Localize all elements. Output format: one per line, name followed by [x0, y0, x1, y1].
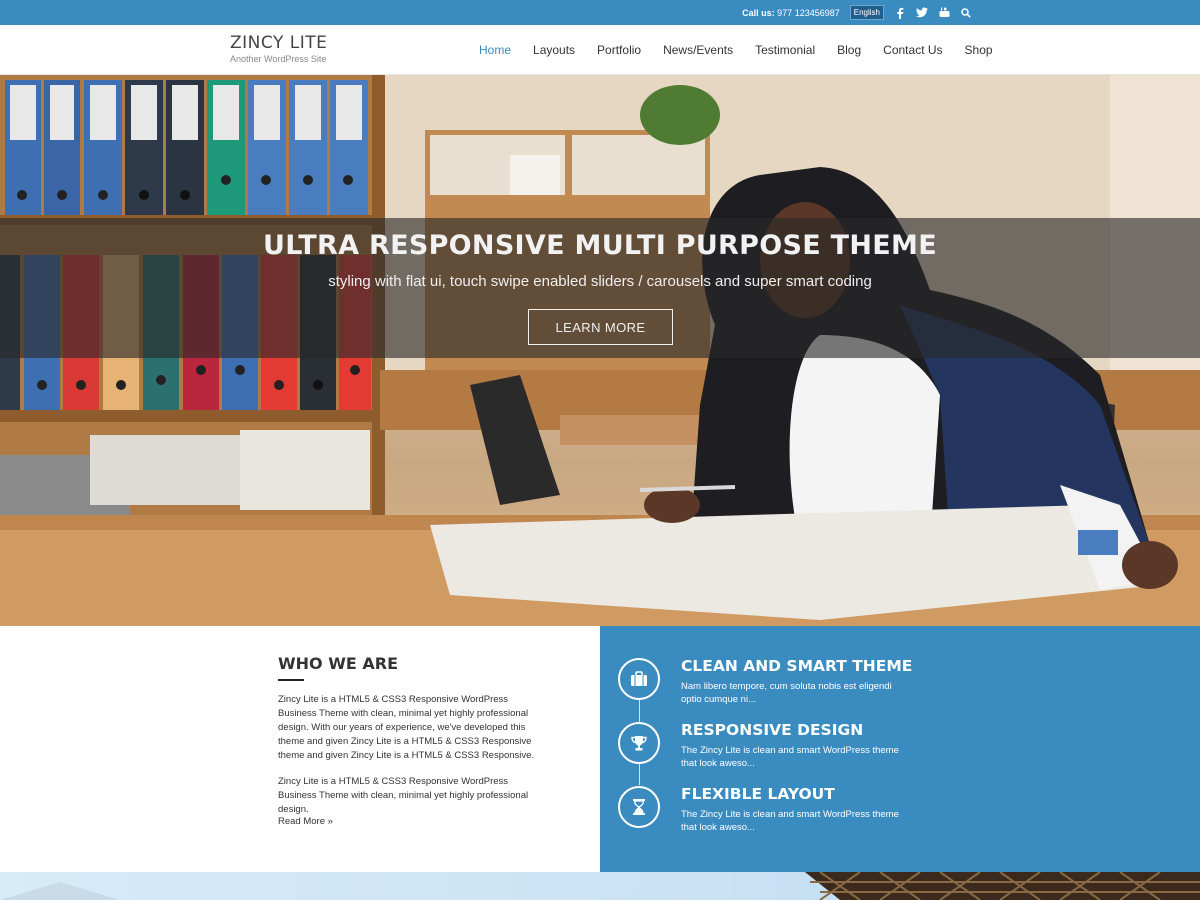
nav-shop[interactable]: Shop: [954, 43, 1004, 57]
feature-description: The Zincy Lite is clean and smart WordPr…: [681, 809, 899, 833]
youtube-icon[interactable]: [938, 7, 950, 19]
trophy-icon: [618, 722, 660, 764]
facebook-icon[interactable]: [894, 7, 906, 19]
title-underline: [278, 679, 304, 681]
hero-slider[interactable]: ULTRA RESPONSIVE MULTI PURPOSE THEME sty…: [0, 75, 1200, 626]
top-bar: Call us: 977 123456987 English: [0, 0, 1200, 25]
parallax-image-strip: [0, 872, 1200, 900]
nav-blog[interactable]: Blog: [826, 43, 872, 57]
main-nav: Home Layouts Portfolio News/Events Testi…: [468, 25, 1004, 75]
steel-structure-image: [0, 872, 1200, 900]
hourglass-icon: [618, 786, 660, 828]
site-logo[interactable]: ZINCY LITE Another WordPress Site: [230, 33, 327, 64]
feature-description: The Zincy Lite is clean and smart WordPr…: [681, 745, 899, 769]
about-paragraph: Zincy Lite is a HTML5 & CSS3 Responsive …: [278, 776, 529, 815]
about-paragraph: Zincy Lite is a HTML5 & CSS3 Responsive …: [278, 694, 535, 761]
nav-layouts[interactable]: Layouts: [522, 43, 586, 57]
hero-title: ULTRA RESPONSIVE MULTI PURPOSE THEME: [263, 230, 937, 261]
hero-subtitle: styling with flat ui, touch swipe enable…: [328, 273, 872, 290]
who-we-are-section: WHO WE ARE Zincy Lite is a HTML5 & CSS3 …: [0, 626, 600, 872]
search-icon[interactable]: [960, 7, 972, 19]
feature-description: Nam libero tempore, cum soluta nobis est…: [681, 681, 892, 705]
briefcase-icon: [618, 658, 660, 700]
site-tagline: Another WordPress Site: [230, 54, 327, 64]
site-header: ZINCY LITE Another WordPress Site Home L…: [0, 25, 1200, 75]
learn-more-button[interactable]: LEARN MORE: [528, 309, 673, 345]
site-title[interactable]: ZINCY LITE: [230, 33, 327, 53]
read-more-link[interactable]: Read More »: [278, 816, 333, 827]
nav-testimonial[interactable]: Testimonial: [744, 43, 826, 57]
feature-title: FLEXIBLE LAYOUT: [681, 785, 835, 803]
twitter-icon[interactable]: [916, 7, 928, 19]
feature-title: RESPONSIVE DESIGN: [681, 721, 864, 739]
nav-home[interactable]: Home: [468, 43, 522, 57]
language-selector[interactable]: English: [849, 5, 884, 20]
contact-phone: Call us: 977 123456987: [742, 7, 840, 18]
section-title: WHO WE ARE: [278, 654, 398, 673]
feature-title: CLEAN AND SMART THEME: [681, 657, 913, 675]
nav-contact-us[interactable]: Contact Us: [872, 43, 953, 57]
nav-news-events[interactable]: News/Events: [652, 43, 744, 57]
nav-portfolio[interactable]: Portfolio: [586, 43, 652, 57]
